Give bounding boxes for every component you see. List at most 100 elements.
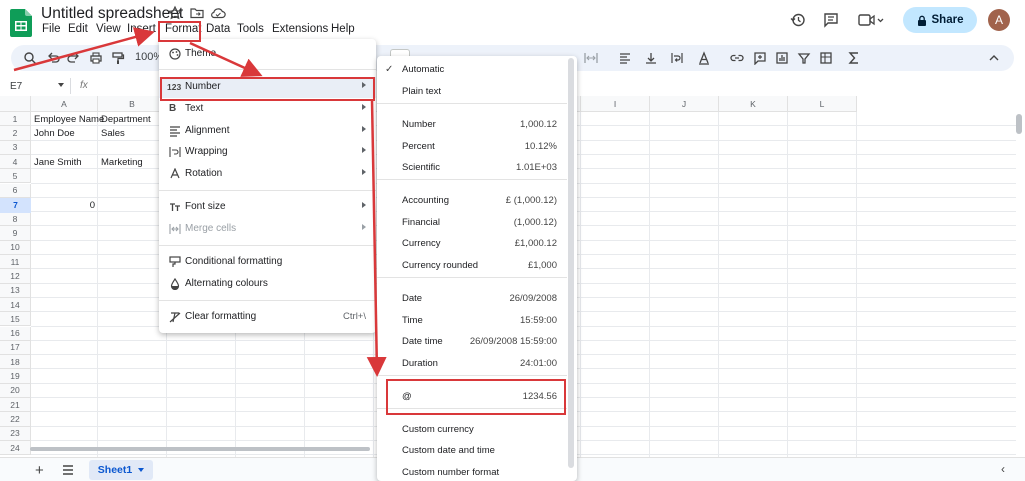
share-button[interactable]: Share xyxy=(903,7,977,33)
undo-icon[interactable] xyxy=(46,51,60,65)
format-menu-item-wrapping[interactable]: Wrapping xyxy=(159,142,376,163)
number-format-custom-date-and-time[interactable]: Custom date and time xyxy=(377,440,567,461)
menu-edit[interactable]: Edit xyxy=(68,23,88,35)
chevron-left-icon[interactable]: ‹ xyxy=(1001,462,1005,476)
cell-a4[interactable]: Jane Smith xyxy=(34,157,82,168)
row-header-3[interactable]: 3 xyxy=(0,140,31,155)
format-menu-item-rotation[interactable]: Rotation xyxy=(159,164,376,185)
cell-a2[interactable]: John Doe xyxy=(34,128,75,139)
column-header-l[interactable]: L xyxy=(788,96,857,112)
format-menu-item-alignment[interactable]: Alignment xyxy=(159,121,376,142)
menu-insert[interactable]: Insert xyxy=(127,23,156,35)
format-menu-item-clear-formatting[interactable]: Clear formatting Ctrl+\ xyxy=(159,307,376,328)
merge-cells-icon[interactable] xyxy=(584,51,598,65)
name-box-dropdown-icon[interactable] xyxy=(58,83,64,87)
format-menu-item-theme[interactable]: Theme xyxy=(159,44,376,65)
row-header-9[interactable]: 9 xyxy=(0,226,31,241)
row-header-8[interactable]: 8 xyxy=(0,212,31,227)
number-format-number[interactable]: Number 1,000.12 xyxy=(377,114,567,135)
text-rotation-icon[interactable] xyxy=(697,51,711,65)
menu-extensions[interactable]: Extensions xyxy=(272,23,328,35)
row-header-17[interactable]: 17 xyxy=(0,340,31,356)
cell-b2[interactable]: Sales xyxy=(101,128,125,139)
row-header-2[interactable]: 2 xyxy=(0,126,31,141)
star-icon[interactable] xyxy=(167,5,183,21)
insert-chart-icon[interactable] xyxy=(775,51,789,65)
cell-a7[interactable]: 0 xyxy=(31,200,95,211)
row-header-10[interactable]: 10 xyxy=(0,240,31,255)
collapse-toolbar-icon[interactable] xyxy=(987,51,1001,65)
sheets-logo-icon[interactable] xyxy=(10,9,32,37)
vertical-scrollbar[interactable] xyxy=(1016,114,1022,134)
print-icon[interactable] xyxy=(89,51,103,65)
functions-icon[interactable] xyxy=(847,51,861,65)
insert-link-icon[interactable] xyxy=(730,51,744,65)
submenu-scrollbar[interactable] xyxy=(568,58,574,468)
add-sheet-icon[interactable]: + xyxy=(35,462,44,479)
row-header-21[interactable]: 21 xyxy=(0,398,31,413)
format-menu-item-alternating-colours[interactable]: Alternating colours xyxy=(159,274,376,295)
cell-b1[interactable]: Department xyxy=(101,114,151,125)
number-format-scientific[interactable]: Scientific 1.01E+03 xyxy=(377,157,567,178)
row-header-20[interactable]: 20 xyxy=(0,383,31,398)
number-format-currency-rounded[interactable]: Currency rounded £1,000 xyxy=(377,255,567,276)
cell-a1[interactable]: Employee Name xyxy=(34,114,104,125)
row-header-18[interactable]: 18 xyxy=(0,355,31,370)
filter-views-icon[interactable] xyxy=(819,51,833,65)
number-format-percent[interactable]: Percent 10.12% xyxy=(377,136,567,157)
cloud-status-icon[interactable] xyxy=(210,5,226,21)
number-format-duration[interactable]: Duration 24:01:00 xyxy=(377,353,567,374)
menu-tools[interactable]: Tools xyxy=(237,23,264,35)
number-format-custom-number-format[interactable]: Custom number format xyxy=(377,462,567,481)
move-folder-icon[interactable] xyxy=(189,5,205,21)
comments-icon[interactable] xyxy=(823,12,839,28)
row-header-12[interactable]: 12 xyxy=(0,269,31,284)
row-header-24[interactable]: 24 xyxy=(0,440,31,456)
number-format-custom-currency[interactable]: Custom currency xyxy=(377,419,567,440)
format-menu-item-conditional-formatting[interactable]: Conditional formatting xyxy=(159,252,376,273)
row-header-6[interactable]: 6 xyxy=(0,183,31,198)
number-format-financial[interactable]: Financial (1,000.12) xyxy=(377,212,567,233)
redo-icon[interactable] xyxy=(67,51,81,65)
search-menus-icon[interactable] xyxy=(23,51,37,65)
vertical-align-icon[interactable] xyxy=(644,51,658,65)
row-header-5[interactable]: 5 xyxy=(0,169,31,184)
meet-icon[interactable] xyxy=(858,12,884,28)
format-menu-item-text[interactable]: B Text xyxy=(159,99,376,120)
menu-data[interactable]: Data xyxy=(206,23,230,35)
number-format-automatic[interactable]: ✓ Automatic xyxy=(377,59,567,80)
insert-comment-icon[interactable] xyxy=(753,51,767,65)
row-header-23[interactable]: 23 xyxy=(0,426,31,441)
name-box[interactable]: E7 xyxy=(10,81,22,92)
avatar[interactable]: A xyxy=(988,9,1010,31)
sheet-tab[interactable]: Sheet1 xyxy=(89,460,153,480)
column-header-k[interactable]: K xyxy=(719,96,788,112)
number-format-date[interactable]: Date 26/09/2008 xyxy=(377,288,567,309)
cell-b4[interactable]: Marketing xyxy=(101,157,143,168)
column-header-a[interactable]: A xyxy=(31,96,98,112)
menu-file[interactable]: File xyxy=(42,23,61,35)
row-header-4[interactable]: 4 xyxy=(0,154,31,170)
all-sheets-icon[interactable] xyxy=(62,465,74,475)
paint-format-icon[interactable] xyxy=(111,51,125,65)
row-header-14[interactable]: 14 xyxy=(0,297,31,313)
row-header-19[interactable]: 19 xyxy=(0,369,31,384)
column-header-i[interactable]: I xyxy=(581,96,650,112)
horizontal-align-icon[interactable] xyxy=(618,51,632,65)
text-wrapping-icon[interactable] xyxy=(670,51,684,65)
row-header-15[interactable]: 15 xyxy=(0,312,31,327)
format-menu-item-font-size[interactable]: Font size xyxy=(159,197,376,218)
format-menu-item-merge-cells[interactable]: Merge cells xyxy=(159,219,376,240)
row-header-22[interactable]: 22 xyxy=(0,412,31,427)
filter-icon[interactable] xyxy=(797,51,811,65)
menu-help[interactable]: Help xyxy=(331,23,355,35)
number-format-plain-text[interactable]: Plain text xyxy=(377,81,567,102)
active-row-header[interactable]: 7 xyxy=(0,197,31,213)
number-format-time[interactable]: Time 15:59:00 xyxy=(377,310,567,331)
row-header-11[interactable]: 11 xyxy=(0,255,31,270)
number-format-accounting[interactable]: Accounting £ (1,000.12) xyxy=(377,190,567,211)
menu-view[interactable]: View xyxy=(96,23,121,35)
row-header-1[interactable]: 1 xyxy=(0,112,31,127)
horizontal-scrollbar[interactable] xyxy=(30,447,370,451)
version-history-icon[interactable] xyxy=(790,12,806,28)
